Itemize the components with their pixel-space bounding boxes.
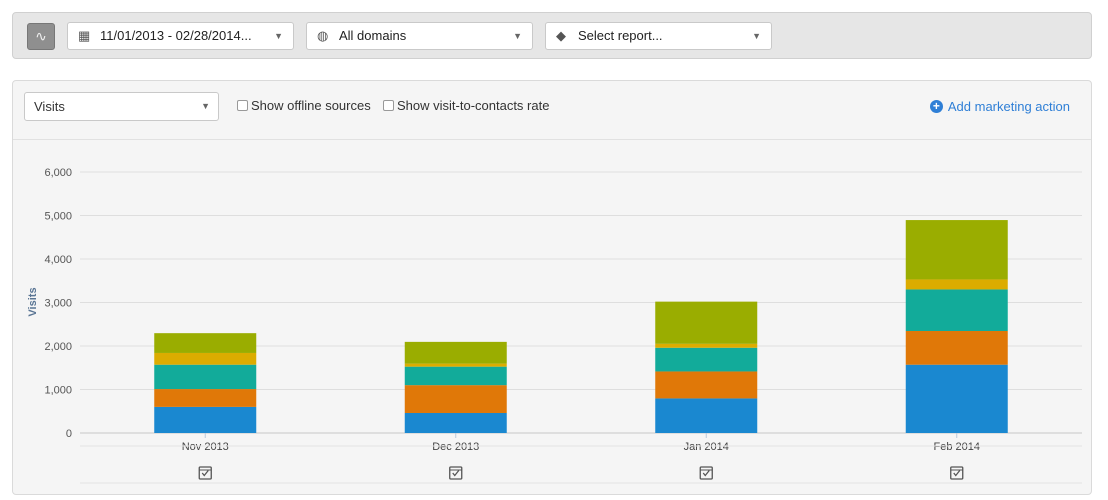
x-tick-label: Nov 2013 xyxy=(182,441,229,453)
bar-segment xyxy=(404,366,507,386)
calendar-check-icon xyxy=(699,466,713,480)
bar-segment xyxy=(154,364,257,390)
calendar-check-icon xyxy=(953,470,961,477)
calendar-check-icon xyxy=(452,470,460,477)
bar-segment xyxy=(905,364,1008,433)
bar-segment xyxy=(655,301,758,344)
bar-segment xyxy=(154,352,257,365)
bar-segment xyxy=(154,389,257,407)
calendar-check-icon xyxy=(950,466,964,480)
y-tick-label: 4,000 xyxy=(44,254,72,266)
y-tick-label: 0 xyxy=(66,428,72,440)
calendar-check-icon xyxy=(198,466,212,480)
bar-segment xyxy=(404,341,507,364)
y-axis-label: Visits xyxy=(27,287,39,316)
bar-segment xyxy=(404,385,507,413)
calendar-check-icon xyxy=(201,470,209,477)
bar-segment xyxy=(655,371,758,399)
bar-segment xyxy=(404,363,507,367)
bar-segment xyxy=(655,398,758,433)
bar-segment xyxy=(905,279,1008,290)
bar-segment xyxy=(154,406,257,433)
bar-segment xyxy=(154,333,257,353)
calendar-check-icon xyxy=(449,466,463,480)
x-tick-label: Feb 2014 xyxy=(934,441,980,453)
bar-segment xyxy=(905,330,1008,365)
bar-segment xyxy=(905,220,1008,280)
bar-segment xyxy=(905,289,1008,331)
y-tick-label: 5,000 xyxy=(44,211,72,223)
bar-segment xyxy=(655,347,758,372)
x-tick-label: Jan 2014 xyxy=(684,441,729,453)
x-tick-label: Dec 2013 xyxy=(432,441,479,453)
stacked-bar-chart: 0 1,000 2,000 3,000 4,000 5,000 6,000 Visits Nov… xyxy=(27,167,1082,484)
y-tick-label: 2,000 xyxy=(44,341,72,353)
bar-segment xyxy=(655,343,758,348)
y-tick-label: 6,000 xyxy=(44,167,72,179)
bar-segment xyxy=(404,412,507,433)
y-tick-label: 1,000 xyxy=(44,385,72,397)
calendar-check-icon xyxy=(702,470,710,477)
y-tick-label: 3,000 xyxy=(44,298,72,310)
